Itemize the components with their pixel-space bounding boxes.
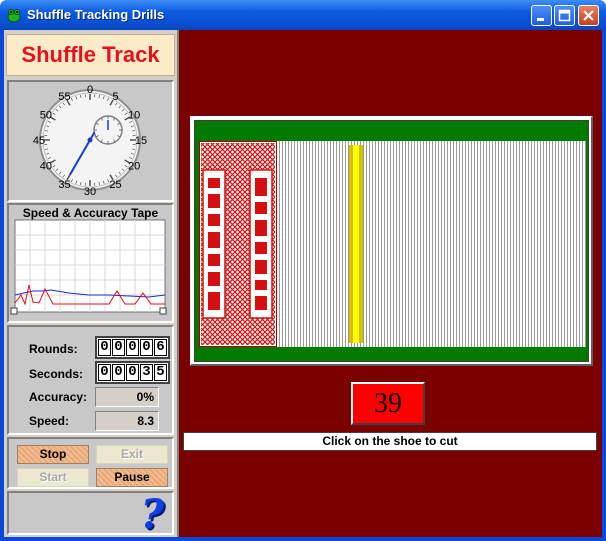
app-window: Shuffle Tracking Drills Shuffle Track 05…	[0, 0, 606, 541]
stopwatch-label: 20	[128, 161, 140, 173]
shoe-frame	[190, 116, 593, 366]
speed-accuracy-tape: Speed & Accuracy Tape	[7, 203, 174, 323]
card-count-display: 39	[351, 382, 425, 425]
help-panel: ?	[7, 491, 174, 535]
stopwatch-label: 45	[33, 135, 45, 147]
close-button[interactable]	[578, 5, 599, 26]
stopwatch-label: 40	[40, 161, 52, 173]
stopwatch-label: 50	[40, 110, 52, 122]
stopwatch-label: 55	[58, 91, 70, 103]
stopwatch-label: 10	[128, 110, 140, 122]
speed-label: Speed:	[29, 414, 70, 428]
stopwatch-label: 35	[58, 179, 70, 191]
help-question-icon[interactable]: ?	[141, 495, 164, 535]
start-button[interactable]: Start	[17, 468, 89, 487]
speed-value: 8.3	[95, 411, 159, 431]
buttons-panel: Stop Exit Start Pause	[7, 437, 174, 489]
accuracy-label: Accuracy:	[29, 390, 88, 404]
stopwatch-label: 15	[135, 135, 147, 147]
rounds-digit: 0	[98, 339, 111, 356]
status-message: Click on the shoe to cut	[183, 432, 597, 451]
seconds-digit: 0	[112, 364, 125, 381]
seconds-counter: 0 0 0 3 5	[95, 361, 170, 384]
rounds-digit: 0	[112, 339, 125, 356]
seconds-digit: 0	[126, 364, 139, 381]
seconds-label: Seconds:	[29, 367, 84, 381]
app-title: Shuffle Track	[6, 34, 175, 76]
seconds-digit: 3	[140, 364, 153, 381]
control-panel: Shuffle Track 0 5 10 15 20 25 30 35 40 45 50 55 Spe…	[4, 30, 177, 537]
rounds-counter: 0 0 0 0 6	[95, 336, 170, 359]
table-area: 39 Click on the shoe to cut	[177, 30, 602, 537]
window-title: Shuffle Tracking Drills	[27, 7, 165, 22]
card-back-icon	[199, 141, 277, 347]
exit-button[interactable]: Exit	[96, 445, 168, 464]
stopwatch-label: 5	[112, 91, 118, 103]
stop-button[interactable]: Stop	[17, 445, 89, 464]
minimize-button[interactable]	[531, 5, 552, 26]
rounds-label: Rounds:	[29, 342, 78, 356]
stopwatch-label: 0	[87, 84, 93, 96]
stopwatch-label: 25	[109, 179, 121, 191]
stopwatch-panel: 0 5 10 15 20 25 30 35 40 45 50 55	[7, 80, 174, 202]
stopwatch-dial: 0 5 10 15 20 25 30 35 40 45 50 55	[33, 84, 147, 198]
seconds-digit: 5	[154, 364, 167, 381]
seconds-digit: 0	[98, 364, 111, 381]
accuracy-value: 0%	[95, 387, 159, 407]
shoe-cards-stack[interactable]	[279, 141, 586, 347]
tape-graph	[10, 219, 167, 315]
stopwatch-label: 30	[84, 186, 96, 198]
cut-card	[349, 145, 363, 343]
frog-app-icon	[7, 9, 21, 23]
maximize-icon	[558, 9, 571, 22]
pause-button[interactable]: Pause	[96, 468, 168, 487]
felt-surface	[194, 120, 589, 362]
rounds-digit: 0	[126, 339, 139, 356]
dial-center	[87, 137, 93, 143]
rounds-digit: 0	[140, 339, 153, 356]
card-shoe[interactable]	[199, 141, 586, 347]
close-icon	[583, 10, 594, 21]
stats-panel: Rounds: 0 0 0 0 6 Seconds: 0 0 0 3 5 Acc…	[7, 325, 174, 435]
rounds-digit: 6	[154, 339, 167, 356]
client-area: Shuffle Track 0 5 10 15 20 25 30 35 40 45 50 55 Spe…	[4, 30, 602, 537]
title-bar[interactable]: Shuffle Tracking Drills	[0, 0, 606, 30]
maximize-button[interactable]	[554, 5, 575, 26]
minimize-icon	[537, 18, 544, 21]
